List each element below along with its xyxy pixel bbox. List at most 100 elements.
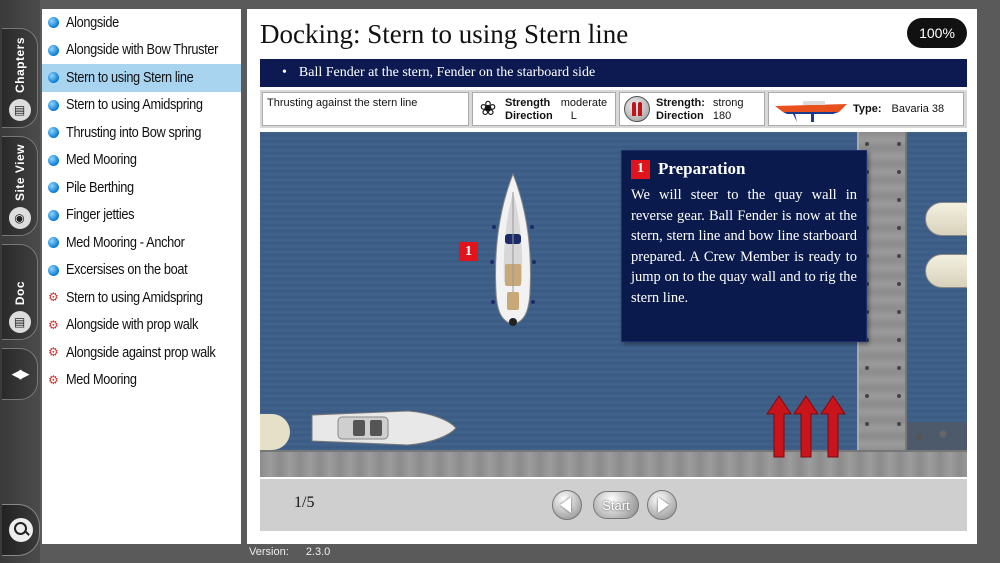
prop-direction-value: L [570, 109, 577, 122]
sidebar-item-label: Stern to using Amidspring [66, 97, 203, 114]
bolt [897, 226, 901, 230]
playback-controls: 1/5 Start [260, 479, 967, 531]
bullet-icon [48, 44, 59, 56]
propeller-info: ❀ Strength moderate Direction L [472, 92, 616, 126]
next-button[interactable] [647, 490, 677, 520]
chapters-tab[interactable]: Chapters ▤ [2, 28, 38, 128]
search-button[interactable] [2, 504, 40, 556]
sidebar-item[interactable]: Alongside with Bow Thruster [42, 37, 241, 65]
sidebar-item-label: Excersises on the boat [66, 262, 188, 279]
wind-strength-label: Strength: [656, 96, 705, 109]
sidebar-item-label: Finger jetties [66, 207, 135, 224]
sidebar-item[interactable]: ⚙ Stern to using Amidspring [42, 284, 241, 312]
sailboat-profile-icon [775, 101, 847, 122]
harbor-scene: 1 1 Preparation We will steer to the qua… [260, 132, 967, 477]
zoom-indicator[interactable]: 100% [907, 18, 967, 48]
quay-bottom [260, 450, 967, 477]
bolt [897, 170, 901, 174]
doc-tab[interactable]: Doc ▤ [2, 244, 38, 340]
left-rail: Chapters ▤ Site View ◉ Doc ▤ ◀▶ [0, 0, 40, 563]
bullet-icon [48, 99, 59, 111]
bullet-icon [48, 237, 59, 249]
bullet-icon: • [282, 65, 287, 80]
bolt [865, 422, 869, 426]
sidebar-item[interactable]: ⚙ Med Mooring [42, 367, 241, 395]
sidebar-item-label: Pile Berthing [66, 179, 134, 196]
step-number: 1 [631, 159, 650, 179]
sidebar-item-label: Alongside with prop walk [66, 317, 198, 334]
propeller-icon: ❀ [479, 98, 497, 120]
boat-type-label: Type: [853, 103, 882, 115]
site-view-tab-label: Site View [12, 144, 27, 201]
sidebar-item[interactable]: Stern to using Amidspring [42, 92, 241, 120]
previous-button[interactable] [552, 490, 582, 520]
start-button[interactable]: Start [593, 491, 639, 519]
bolt [865, 366, 869, 370]
bolt [897, 310, 901, 314]
boat-partial [260, 414, 290, 450]
prop-direction-label: Direction [505, 109, 553, 122]
sidebar-item[interactable]: Finger jetties [42, 202, 241, 230]
sidebar-item[interactable]: Pile Berthing [42, 174, 241, 202]
step-description-box: 1 Preparation We will steer to the quay … [621, 150, 867, 342]
moored-boat [925, 202, 967, 236]
version-info: Version: 2.3.0 [249, 546, 330, 558]
wind-strength-value: strong [712, 96, 744, 109]
boat-type-value: Bavaria 38 [891, 103, 945, 115]
bullet-icon [48, 127, 59, 139]
sidebar-item[interactable]: Thrusting into Bow spring [42, 119, 241, 147]
sidebar-item[interactable]: Excersises on the boat [42, 257, 241, 285]
bolt [897, 254, 901, 258]
bolt [897, 198, 901, 202]
conditions-bar: Thrusting against the stern line ❀ Stren… [260, 90, 967, 128]
sidebar-item[interactable]: Med Mooring [42, 147, 241, 175]
step-marker: 1 [459, 242, 478, 261]
books-icon: ▤ [8, 99, 31, 121]
bolt [897, 142, 901, 146]
magnifier-icon [8, 518, 33, 542]
maneuver-note: Thrusting against the stern line [262, 92, 469, 126]
gear-icon: ⚙ [48, 345, 59, 360]
bullet-icon [48, 17, 59, 29]
sidebar-item-label: Med Mooring [66, 372, 137, 389]
sidebar-item[interactable]: Stern to using Stern line [42, 64, 241, 92]
book-icon: ▤ [8, 311, 31, 333]
page-indicator: 1/5 [294, 494, 315, 511]
bullet-icon [48, 182, 59, 194]
bullet-icon [48, 72, 59, 84]
globe-icon: ◉ [8, 207, 31, 229]
gear-icon: ⚙ [48, 317, 59, 332]
sidebar-item[interactable]: ⚙ Alongside against prop walk [42, 339, 241, 367]
bolt [897, 394, 901, 398]
rocks [907, 422, 967, 452]
arrow-right-icon [658, 497, 669, 513]
bolt [897, 282, 901, 286]
sidebar-item-label: Stern to using Stern line [66, 69, 194, 86]
sidebar-item[interactable]: Alongside [42, 9, 241, 37]
sailboat-topview [490, 172, 536, 326]
chapters-tab-label: Chapters [12, 36, 27, 93]
sidebar-item-label: Alongside with Bow Thruster [66, 42, 218, 59]
instruction-banner: • Ball Fender at the stern, Fender on th… [260, 59, 967, 87]
moored-boat [925, 254, 967, 288]
gear-icon: ⚙ [48, 372, 59, 387]
sidebar-item[interactable]: ⚙ Alongside with prop walk [42, 312, 241, 340]
sidebar-item-label: Med Mooring - Anchor [66, 234, 185, 251]
prev-next-toggle[interactable]: ◀▶ [2, 348, 38, 400]
sidebar-item[interactable]: Med Mooring - Anchor [42, 229, 241, 257]
wind-direction-label: Direction [656, 109, 704, 122]
step-title: Preparation [658, 159, 746, 178]
bolt [865, 142, 869, 146]
bullet-icon [48, 154, 59, 166]
prop-strength-label: Strength [505, 96, 551, 109]
chapter-list: Alongside Alongside with Bow Thruster Ster… [42, 9, 241, 544]
page-title: Docking: Stern to using Stern line [260, 19, 629, 49]
motorboat-topview [311, 410, 457, 446]
bolt [865, 394, 869, 398]
sidebar-item-label: Alongside [66, 14, 119, 31]
doc-tab-label: Doc [12, 280, 27, 305]
site-view-tab[interactable]: Site View ◉ [2, 136, 38, 236]
wind-info: Strength: strong Direction 180 [619, 92, 765, 126]
sidebar-item-label: Stern to using Amidspring [66, 289, 203, 306]
version-value: 2.3.0 [305, 546, 331, 558]
